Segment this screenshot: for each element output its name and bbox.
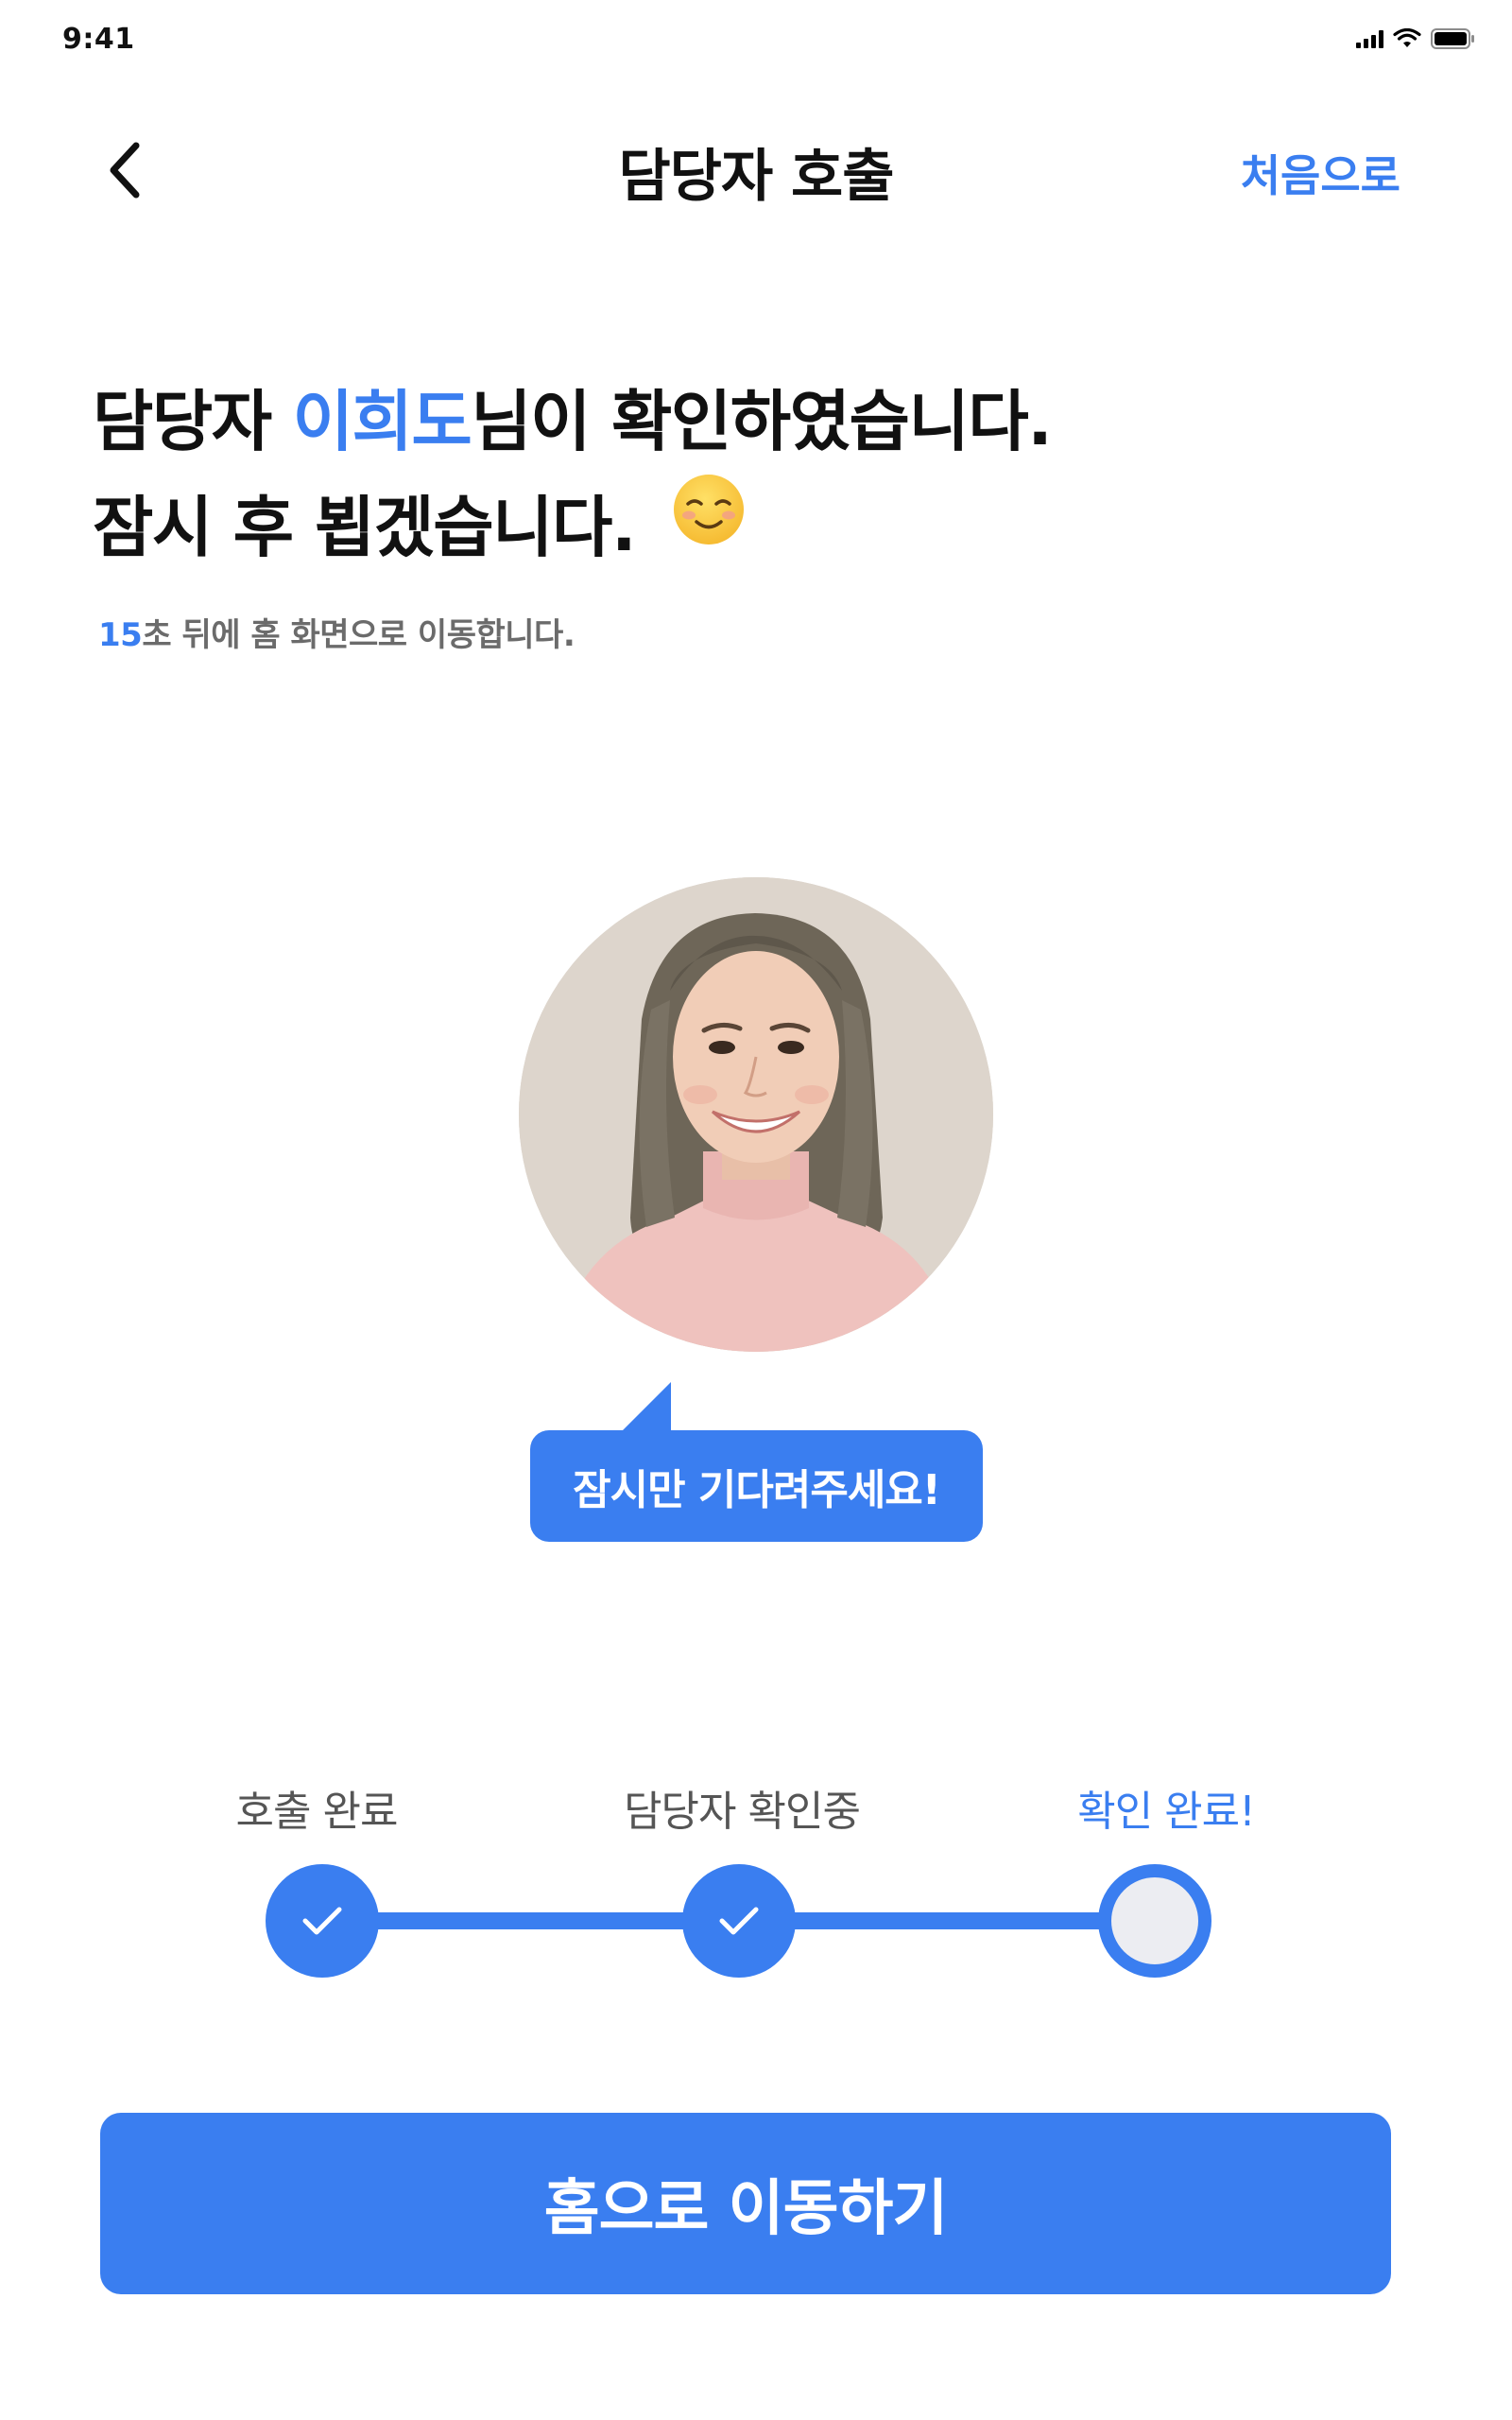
headline-line-2-text: 잠시 후 뵙겠습니다.: [93, 489, 637, 566]
status-time: 9:41: [62, 23, 135, 56]
confirmation-headline: 담당자 이희도님이 확인하였습니다. 잠시 후 뵙겠습니다.: [93, 369, 1053, 580]
restart-button[interactable]: 처음으로: [1241, 142, 1400, 204]
step-dot-checking: [682, 1864, 796, 1978]
wait-message-bubble: 잠시만 기다려주세요!: [530, 1430, 983, 1542]
headline-prefix: 담당자: [93, 383, 293, 460]
smiling-face-icon: [671, 472, 747, 578]
back-button[interactable]: [96, 132, 153, 208]
check-icon: [719, 1907, 759, 1935]
headline-suffix: 님이 확인하였습니다.: [471, 383, 1053, 460]
headline-line-1: 담당자 이희도님이 확인하였습니다.: [93, 369, 1053, 475]
step-dot-called: [266, 1864, 379, 1978]
countdown-text: 초 뒤에 홈 화면으로 이동합니다.: [142, 616, 576, 654]
step-label-called: 호출 완료: [235, 1788, 399, 1836]
staff-photo: [519, 877, 993, 1352]
countdown-seconds: 15: [98, 616, 143, 654]
status-icons: [1356, 28, 1476, 49]
step-label-checking: 담당자 확인중: [624, 1788, 861, 1836]
wifi-icon: [1393, 28, 1421, 47]
battery-icon: [1431, 28, 1474, 49]
step-dot-confirmed: [1098, 1864, 1211, 1978]
chevron-left-icon: [110, 142, 140, 199]
headline-line-2: 잠시 후 뵙겠습니다.: [93, 472, 1051, 580]
check-icon: [302, 1907, 342, 1935]
avatar: [519, 877, 993, 1352]
cellular-signal-icon: [1356, 29, 1383, 48]
countdown-message: 15초 뒤에 홈 화면으로 이동합니다.: [98, 609, 576, 655]
go-home-button[interactable]: 홈으로 이동하기: [100, 2113, 1391, 2294]
page-title: 담당자 호출: [618, 144, 895, 210]
staff-name: 이희도: [292, 383, 472, 460]
step-label-confirmed: 확인 완료!: [1077, 1788, 1256, 1836]
